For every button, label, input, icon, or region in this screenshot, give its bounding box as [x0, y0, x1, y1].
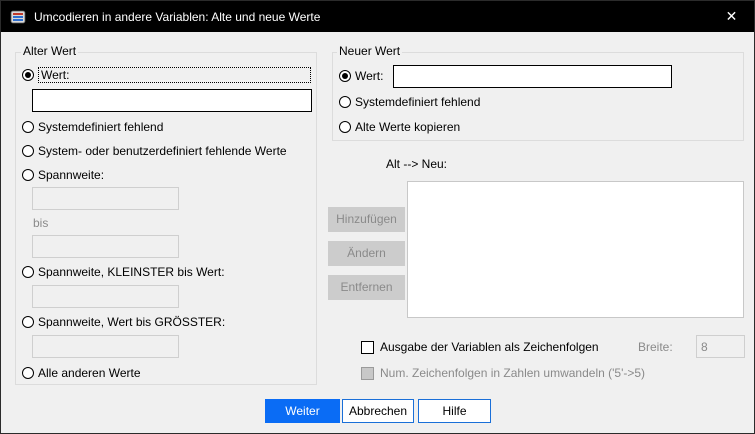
width-label: Breite: [638, 340, 673, 354]
new-value-radio[interactable]: Wert: [339, 68, 383, 84]
close-icon[interactable]: ✕ [709, 1, 754, 32]
mapping-label: Alt --> Neu: [386, 157, 448, 171]
convert-numeric-label: Num. Zeichenfolgen in Zahlen umwandeln (… [380, 366, 646, 380]
radio-icon [339, 96, 351, 108]
old-value-radio[interactable]: Wert: [22, 67, 311, 83]
output-as-strings-label: Ausgabe der Variablen als Zeichenfolgen [380, 340, 599, 354]
width-input[interactable]: 8 [696, 335, 745, 358]
new-system-missing-radio[interactable]: Systemdefiniert fehlend [339, 94, 480, 110]
title-bar: Umcodieren in andere Variablen: Alte und… [1, 1, 754, 32]
range-from-input[interactable] [32, 187, 179, 210]
output-as-strings-checkbox[interactable]: Ausgabe der Variablen als Zeichenfolgen [361, 340, 599, 354]
copy-old-values-label: Alte Werte kopieren [355, 120, 461, 134]
old-system-user-missing-label: System- oder benutzerdefiniert fehlende … [38, 144, 287, 158]
old-value-legend: Alter Wert [21, 44, 79, 58]
range-highest-input[interactable] [32, 335, 179, 358]
new-system-missing-label: Systemdefiniert fehlend [355, 95, 481, 109]
continue-button[interactable]: Weiter [265, 399, 340, 423]
radio-icon [22, 266, 34, 278]
add-button[interactable]: Hinzufügen [328, 207, 405, 232]
range-highest-radio[interactable]: Spannweite, Wert bis GRÖSSTER: [22, 314, 225, 330]
old-system-missing-radio[interactable]: Systemdefiniert fehlend [22, 119, 163, 135]
spss-dataset-icon [10, 10, 26, 24]
new-value-input[interactable] [393, 65, 672, 88]
change-button[interactable]: Ändern [328, 241, 405, 266]
radio-icon [22, 145, 34, 157]
checkbox-icon [361, 340, 374, 354]
new-value-legend: Neuer Wert [337, 44, 403, 58]
range-label: Spannweite: [38, 168, 105, 182]
old-value-input[interactable] [32, 89, 312, 112]
copy-old-values-radio[interactable]: Alte Werte kopieren [339, 119, 460, 135]
cancel-button[interactable]: Abbrechen [342, 399, 414, 423]
range-lowest-label: Spannweite, KLEINSTER bis Wert: [38, 265, 225, 279]
radio-icon [339, 70, 351, 82]
help-button[interactable]: Hilfe [418, 399, 491, 423]
width-value: 8 [701, 340, 708, 354]
recode-dialog: Umcodieren in andere Variablen: Alte und… [0, 0, 755, 434]
radio-icon [22, 316, 34, 328]
old-system-user-missing-radio[interactable]: System- oder benutzerdefiniert fehlende … [22, 143, 287, 159]
range-radio[interactable]: Spannweite: [22, 167, 104, 183]
radio-icon [339, 121, 351, 133]
radio-icon [22, 169, 34, 181]
range-to-input[interactable] [32, 235, 179, 258]
radio-icon [22, 367, 34, 379]
all-other-values-radio[interactable]: Alle anderen Werte [22, 365, 141, 381]
remove-button[interactable]: Entfernen [328, 275, 405, 300]
range-to-label: bis [33, 216, 49, 230]
mapping-list[interactable] [407, 181, 744, 318]
range-lowest-input[interactable] [32, 285, 179, 308]
new-value-radio-label: Wert: [355, 69, 384, 83]
checkbox-icon [361, 366, 374, 380]
window-title: Umcodieren in andere Variablen: Alte und… [34, 10, 321, 24]
range-highest-label: Spannweite, Wert bis GRÖSSTER: [38, 315, 226, 329]
old-system-missing-label: Systemdefiniert fehlend [38, 120, 164, 134]
old-value-radio-label: Wert: [38, 67, 311, 83]
radio-icon [22, 121, 34, 133]
all-other-values-label: Alle anderen Werte [38, 366, 141, 380]
range-lowest-radio[interactable]: Spannweite, KLEINSTER bis Wert: [22, 264, 225, 280]
radio-icon [22, 69, 34, 81]
convert-numeric-checkbox[interactable]: Num. Zeichenfolgen in Zahlen umwandeln (… [361, 366, 645, 380]
